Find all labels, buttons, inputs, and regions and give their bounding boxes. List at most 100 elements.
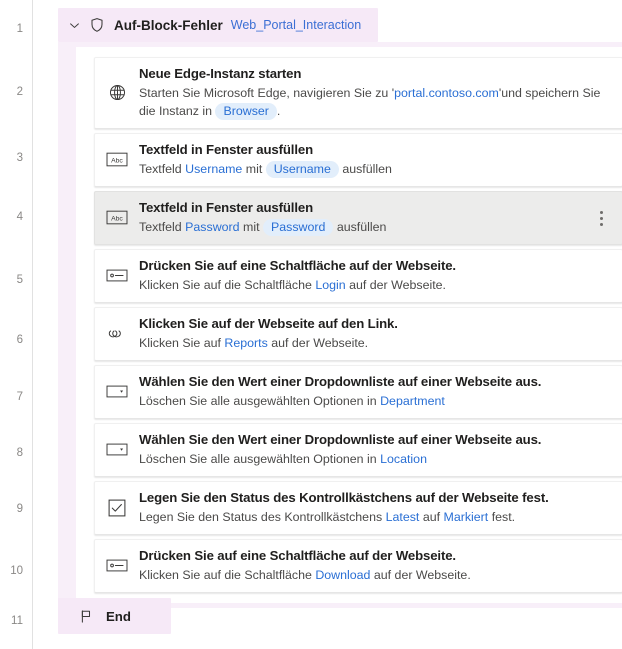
action-text: Wählen Sie den Wert einer Dropdownliste … — [139, 431, 622, 468]
variable-pill[interactable]: Password — [262, 219, 334, 236]
description-text: Klicken Sie auf die Schaltfläche — [139, 278, 316, 292]
line-number: 3 — [16, 152, 23, 164]
line-number-gutter: 1 2 3 4 5 6 7 8 9 10 11 — [0, 0, 33, 649]
action-row[interactable]: Drücken Sie auf eine Schaltfläche auf de… — [94, 539, 622, 593]
parameter-link[interactable]: Password — [185, 220, 239, 234]
description-text: Textfeld — [139, 162, 186, 176]
parameter-link[interactable]: Latest — [386, 510, 420, 524]
description-text: ausfüllen — [333, 220, 387, 234]
line-number: 7 — [16, 391, 23, 403]
line-number: 10 — [10, 565, 23, 577]
line-number: 4 — [16, 211, 23, 223]
action-title: Textfeld in Fenster ausfüllen — [139, 200, 313, 215]
description-text: ausfüllen — [338, 162, 392, 176]
line-number: 8 — [16, 447, 23, 459]
block-header[interactable]: Auf-Block-Fehler Web_Portal_Interaction — [58, 8, 378, 42]
flag-icon — [78, 608, 95, 625]
action-title: Wählen Sie den Wert einer Dropdownliste … — [139, 432, 542, 447]
action-row[interactable]: Abc Textfeld in Fenster ausfüllen Textfeld… — [94, 133, 622, 187]
parameter-link[interactable]: Download — [315, 568, 370, 582]
description-text: mit — [242, 162, 266, 176]
action-text: Legen Sie den Status des Kontrollkästche… — [139, 489, 622, 526]
action-description: Textfeld Password mit Password ausfüllen — [139, 218, 602, 236]
dropdown-icon — [95, 384, 139, 399]
description-text: mit — [239, 220, 263, 234]
action-text: Neue Edge-Instanz starten Starten Sie Mic… — [139, 65, 622, 120]
action-text: Klicken Sie auf der Webseite auf den Lin… — [139, 315, 622, 352]
line-number: 11 — [11, 615, 23, 627]
description-text: Legen Sie den Status des Kontrollkästche… — [139, 510, 386, 524]
action-title: Legen Sie den Status des Kontrollkästche… — [139, 490, 549, 505]
action-text: Wählen Sie den Wert einer Dropdownliste … — [139, 373, 622, 410]
action-row[interactable]: Klicken Sie auf der Webseite auf den Lin… — [94, 307, 622, 361]
block-body: Neue Edge-Instanz starten Starten Sie Mic… — [58, 42, 622, 608]
action-text: Drücken Sie auf eine Schaltfläche auf de… — [139, 257, 622, 294]
action-row[interactable]: Wählen Sie den Wert einer Dropdownliste … — [94, 423, 622, 477]
description-text: Starten Sie Microsoft Edge, navigieren S… — [139, 86, 395, 100]
action-description: Klicken Sie auf die Schaltfläche Login a… — [139, 276, 602, 294]
action-description: Starten Sie Microsoft Edge, navigieren S… — [139, 84, 602, 120]
end-block[interactable]: End — [58, 598, 171, 634]
end-block-label: End — [106, 608, 131, 624]
action-description: Klicken Sie auf Reports auf der Webseite… — [139, 334, 602, 352]
description-text: Löschen Sie alle ausgewählten Optionen i… — [139, 452, 381, 466]
flow-designer-canvas: 1 2 3 4 5 6 7 8 9 10 11 Auf-Block-Fehler Web_Porta… — [0, 0, 622, 649]
action-row[interactable]: Wählen Sie den Wert einer Dropdownliste … — [94, 365, 622, 419]
line-number: 5 — [16, 274, 23, 286]
action-title: Drücken Sie auf eine Schaltfläche auf de… — [139, 258, 456, 273]
checkbox-icon — [95, 499, 139, 517]
action-block: Auf-Block-Fehler Web_Portal_Interaction … — [58, 8, 622, 608]
line-number: 2 — [16, 86, 23, 98]
parameter-link[interactable]: portal.contoso.com — [394, 86, 499, 100]
description-text: auf der Webseite. — [267, 336, 369, 350]
parameter-link[interactable]: Login — [315, 278, 345, 292]
globe-icon — [95, 83, 139, 102]
more-options-icon[interactable] — [592, 207, 610, 229]
action-description: Löschen Sie alle ausgewählten Optionen i… — [139, 392, 602, 410]
parameter-link[interactable]: Reports — [224, 336, 267, 350]
chevron-down-icon[interactable] — [66, 17, 82, 33]
action-description: Textfeld Username mit Username ausfüllen — [139, 160, 602, 178]
svg-text:Abc: Abc — [111, 216, 123, 223]
button-press-icon — [95, 268, 139, 283]
action-title: Neue Edge-Instanz starten — [139, 66, 302, 81]
block-title: Auf-Block-Fehler — [114, 17, 223, 33]
action-description: Löschen Sie alle ausgewählten Optionen i… — [139, 450, 602, 468]
textbox-abc-icon: Abc — [95, 151, 139, 168]
description-text: auf — [419, 510, 444, 524]
button-press-icon — [95, 558, 139, 573]
parameter-link[interactable]: Markiert — [444, 510, 489, 524]
block-subtitle: Web_Portal_Interaction — [230, 18, 362, 32]
action-description: Legen Sie den Status des Kontrollkästche… — [139, 508, 602, 526]
action-title: Textfeld in Fenster ausfüllen — [139, 142, 313, 157]
description-text: fest. — [488, 510, 516, 524]
parameter-link[interactable]: Department — [380, 394, 445, 408]
action-row[interactable]: Neue Edge-Instanz starten Starten Sie Mic… — [94, 57, 622, 129]
action-row[interactable]: Drücken Sie auf eine Schaltfläche auf de… — [94, 249, 622, 303]
shield-icon — [88, 17, 105, 34]
action-text: Textfeld in Fenster ausfüllen Textfeld Pa… — [139, 199, 622, 236]
action-text: Textfeld in Fenster ausfüllen Textfeld Us… — [139, 141, 622, 178]
variable-pill[interactable]: Browser — [215, 103, 277, 120]
line-number: 1 — [16, 23, 23, 35]
action-text: Drücken Sie auf eine Schaltfläche auf de… — [139, 547, 622, 584]
svg-text:Abc: Abc — [111, 158, 123, 165]
textbox-abc-icon: Abc — [95, 209, 139, 226]
action-title: Klicken Sie auf der Webseite auf den Lin… — [139, 316, 398, 331]
parameter-link[interactable]: Username — [185, 162, 242, 176]
flow-canvas: Auf-Block-Fehler Web_Portal_Interaction … — [34, 0, 622, 649]
parameter-link[interactable]: Location — [380, 452, 427, 466]
variable-pill[interactable]: Username — [265, 161, 339, 178]
description-text: Klicken Sie auf die Schaltfläche — [139, 568, 316, 582]
action-description: Klicken Sie auf die Schaltfläche Downloa… — [139, 566, 602, 584]
line-number: 6 — [16, 334, 23, 346]
line-number: 9 — [16, 503, 23, 515]
action-title: Drücken Sie auf eine Schaltfläche auf de… — [139, 548, 456, 563]
description-text: Textfeld — [139, 220, 186, 234]
action-row[interactable]: Legen Sie den Status des Kontrollkästche… — [94, 481, 622, 535]
action-list: Neue Edge-Instanz starten Starten Sie Mic… — [76, 47, 622, 603]
description-text: auf der Webseite. — [345, 278, 446, 292]
action-row[interactable]: Abc Textfeld in Fenster ausfüllen Textfeld… — [94, 191, 622, 245]
action-title: Wählen Sie den Wert einer Dropdownliste … — [139, 374, 542, 389]
description-text: Löschen Sie alle ausgewählten Optionen i… — [139, 394, 381, 408]
